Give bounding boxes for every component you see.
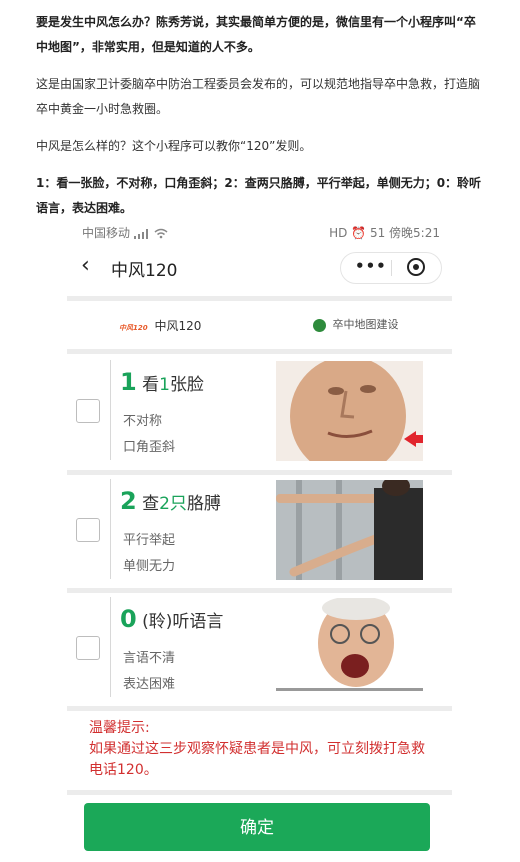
divider xyxy=(67,790,452,795)
arms-photo xyxy=(276,480,423,580)
confirm-button[interactable]: 确定 xyxy=(84,803,430,851)
step-1-title: 1 看1张脸 xyxy=(120,368,204,396)
row-divider xyxy=(110,597,111,697)
status-bar: 中国移动 HD ⏰ 51 傍晚5:21 xyxy=(67,218,452,244)
divider xyxy=(67,706,452,711)
step-number: 1 xyxy=(120,368,137,396)
tip-title: 温馨提示: xyxy=(89,720,150,736)
article-paragraph-4: 1：看一张脸，不对称，口角歪斜；2：查两只胳膊，平行举起，单侧无力；0：聆听语言… xyxy=(36,176,482,215)
step-title-highlight: 1 xyxy=(159,375,170,395)
tip-body: 如果通过这三步观察怀疑患者是中风，可立刻拨打急救电话120。 xyxy=(89,741,425,778)
speaking-man-photo xyxy=(276,598,423,698)
step-title-pre: 看 xyxy=(142,375,160,395)
step-3-title: 0 (聆)听语言 xyxy=(120,605,223,633)
step-1-checkbox[interactable] xyxy=(76,399,100,423)
step-3-line-1: 言语不清 xyxy=(123,651,176,666)
row-divider xyxy=(110,360,111,460)
step-number: 0 xyxy=(120,605,137,633)
step-row-1: 1 看1张脸 不对称 口角歪斜 xyxy=(67,356,452,466)
page-title: 中风120 xyxy=(111,261,178,281)
mini-program-navbar: ‹ 中风120 ••• xyxy=(67,246,452,290)
warm-tip: 温馨提示: 如果通过这三步观察怀疑患者是中风，可立刻拨打急救电话120。 xyxy=(89,718,434,781)
brand-left-text: 中风120 xyxy=(154,319,202,333)
carrier-label: 中国移动 xyxy=(82,224,168,241)
close-mini-program-icon[interactable] xyxy=(407,258,425,276)
back-icon[interactable]: ‹ xyxy=(81,253,90,278)
divider xyxy=(67,349,452,354)
step-title-post: (聆)听语言 xyxy=(142,612,224,632)
brand-right-text: 卒中地图建设 xyxy=(332,318,399,331)
step-title-pre: 查 xyxy=(142,494,160,514)
step-3-checkbox[interactable] xyxy=(76,636,100,660)
phone-screenshot: 中国移动 HD ⏰ 51 傍晚5:21 ‹ 中风120 ••• 中风120 中风… xyxy=(67,218,452,858)
capsule-menu: ••• xyxy=(340,252,442,284)
stroke120-logo: 中风120 xyxy=(119,324,148,332)
face-photo xyxy=(276,361,423,461)
step-2-title: 2 查2只胳膊 xyxy=(120,487,221,515)
capsule-divider xyxy=(391,260,392,276)
step-1-line-2: 口角歪斜 xyxy=(123,440,176,455)
article: 要是发生中风怎么办？陈秀芳说，其实最简单方便的是，微信里有一个小程序叫“卒中地图… xyxy=(36,10,486,233)
step-row-3: 0 (聆)听语言 言语不清 表达困难 xyxy=(67,593,452,703)
more-icon[interactable]: ••• xyxy=(355,257,387,275)
article-paragraph-1: 要是发生中风怎么办？陈秀芳说，其实最简单方便的是，微信里有一个小程序叫“卒中地图… xyxy=(36,15,476,54)
article-paragraph-3: 中风是怎么样的？这个小程序可以教你“120”发则。 xyxy=(36,139,312,153)
brand-bar: 中风120 中风120 卒中地图建设 xyxy=(67,302,452,348)
step-2-line-1: 平行举起 xyxy=(123,533,176,548)
brand-stroke120: 中风120 中风120 xyxy=(119,317,201,334)
divider xyxy=(67,296,452,301)
step-3-line-2: 表达困难 xyxy=(123,677,176,692)
step-row-2: 2 查2只胳膊 平行举起 单侧无力 xyxy=(67,475,452,585)
carrier-text: 中国移动 xyxy=(82,226,131,240)
step-title-highlight: 2只 xyxy=(159,494,187,514)
status-right: HD ⏰ 51 傍晚5:21 xyxy=(329,226,440,240)
step-number: 2 xyxy=(120,487,137,515)
step-title-post: 胳膊 xyxy=(186,494,221,514)
stroke-map-logo-icon xyxy=(313,318,326,332)
row-divider xyxy=(110,479,111,579)
brand-stroke-map: 卒中地图建设 xyxy=(313,316,399,332)
step-1-line-1: 不对称 xyxy=(123,414,163,429)
signal-icon xyxy=(133,228,148,239)
article-paragraph-2: 这是由国家卫计委脑卒中防治工程委员会发布的，可以规范地指导卒中急救，打造脑卒中黄… xyxy=(36,77,481,116)
wifi-icon xyxy=(154,228,168,239)
step-2-checkbox[interactable] xyxy=(76,518,100,542)
step-2-line-2: 单侧无力 xyxy=(123,559,176,574)
step-title-post: 张脸 xyxy=(169,375,204,395)
